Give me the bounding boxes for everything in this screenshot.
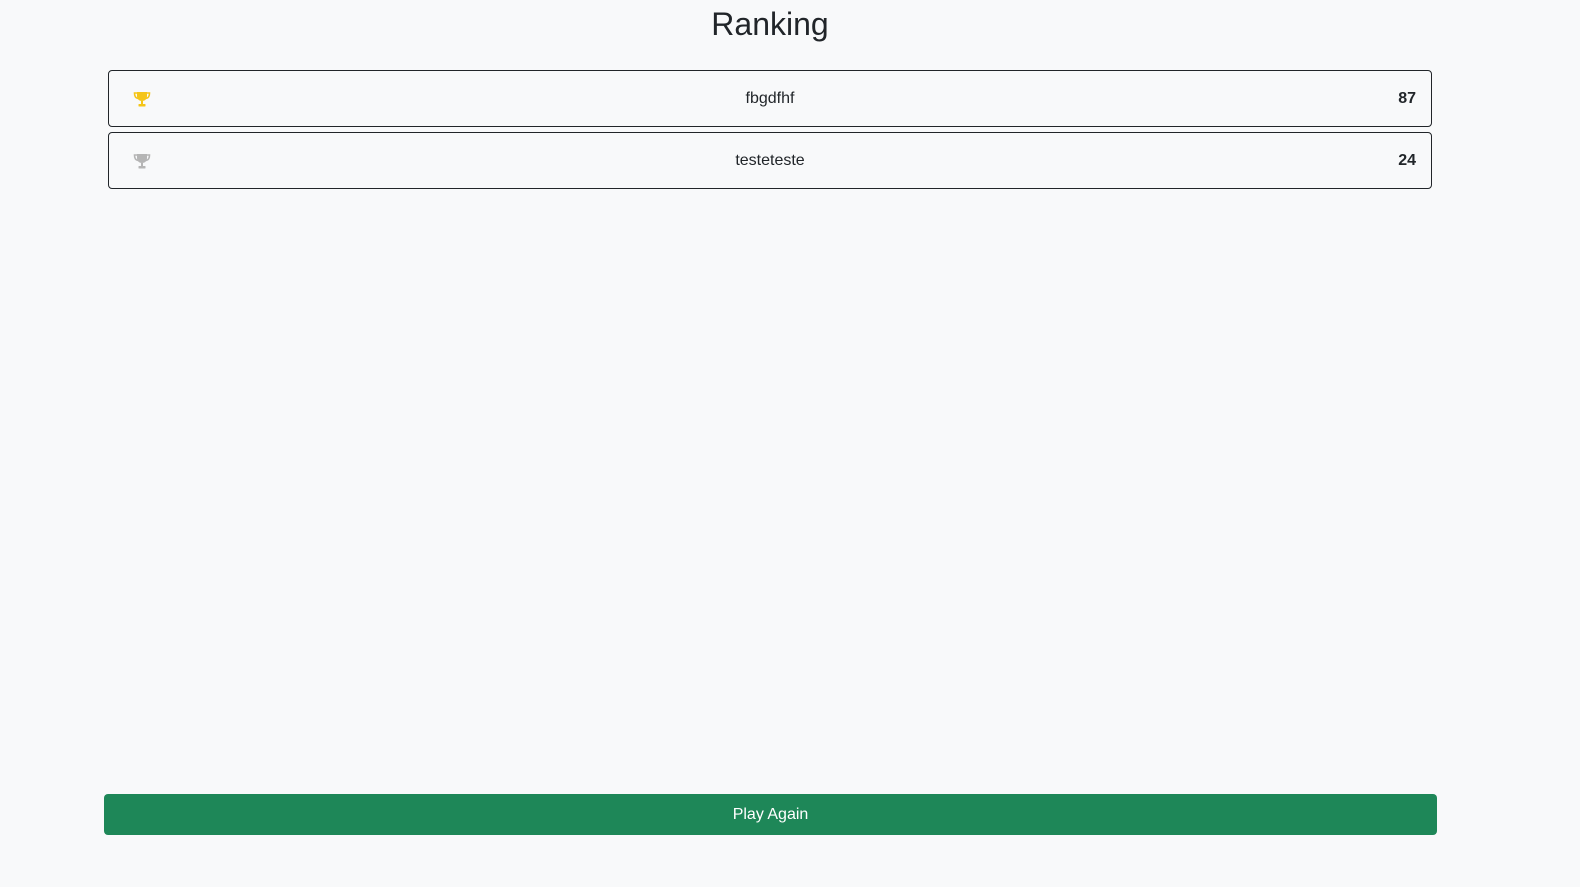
page-title: Ranking [711,6,829,42]
player-name: fbgdfhf [745,89,795,107]
play-again-button[interactable]: Play Again [104,794,1437,835]
player-name: testeteste [735,151,805,169]
player-score: 24 [1398,151,1416,169]
ranking-row: fbgdfhf 87 [108,70,1432,127]
player-score: 87 [1398,89,1416,107]
ranking-list: fbgdfhf 87 testeteste 24 [108,70,1432,194]
ranking-row: testeteste 24 [108,132,1432,189]
